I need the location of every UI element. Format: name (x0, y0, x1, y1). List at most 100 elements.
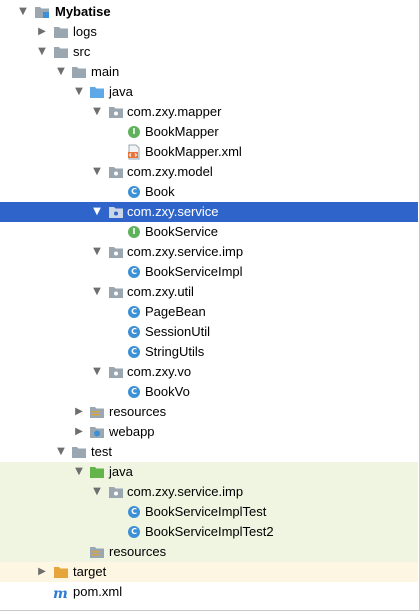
file-label: pom.xml (73, 584, 123, 599)
test-source-folder-icon (89, 464, 105, 480)
chevron-right-icon[interactable]: ▶ (72, 422, 86, 442)
chevron-down-icon[interactable]: ▼ (90, 202, 104, 222)
folder-label: java (109, 464, 133, 479)
class-icon: C (126, 344, 142, 360)
tree-row-main[interactable]: ▼ main (0, 62, 418, 82)
package-label: com.zxy.vo (127, 364, 192, 379)
folder-label: target (73, 564, 107, 579)
chevron-down-icon[interactable]: ▼ (90, 102, 104, 122)
tree-row-file[interactable]: C BookServiceImplTest2 (0, 522, 418, 542)
file-label: BookVo (145, 384, 190, 399)
test-class-icon: C (126, 504, 142, 520)
chevron-down-icon[interactable]: ▼ (35, 42, 49, 62)
tree-row-test[interactable]: ▼ test (0, 442, 418, 462)
class-icon: C (126, 304, 142, 320)
chevron-down-icon[interactable]: ▼ (72, 462, 86, 482)
tree-row-src[interactable]: ▼ src (0, 42, 418, 62)
module-folder-icon (34, 4, 50, 20)
tree-row-package-service-imp[interactable]: ▼ com.zxy.service.imp (0, 242, 418, 262)
tree-row-package-util[interactable]: ▼ com.zxy.util (0, 282, 418, 302)
tree-row-resources[interactable]: ▶ resources (0, 402, 418, 422)
file-label: BookServiceImpl (145, 264, 243, 279)
tree-row-package-mapper[interactable]: ▼ com.zxy.mapper (0, 102, 418, 122)
chevron-down-icon[interactable]: ▼ (90, 242, 104, 262)
resources-folder-icon (89, 404, 105, 420)
chevron-down-icon[interactable]: ▼ (16, 2, 30, 22)
tree-row-project[interactable]: ▼ Mybatise (0, 2, 418, 22)
tree-row-file[interactable]: C BookServiceImpl (0, 262, 418, 282)
folder-label: main (91, 64, 120, 79)
web-folder-icon (89, 424, 105, 440)
file-label: SessionUtil (145, 324, 211, 339)
package-label: com.zxy.service.imp (127, 244, 244, 259)
xml-file-icon (126, 144, 142, 160)
folder-icon (53, 24, 69, 40)
tree-row-package-vo[interactable]: ▼ com.zxy.vo (0, 362, 418, 382)
file-label: BookMapper.xml (145, 144, 242, 159)
package-icon (108, 244, 124, 260)
package-label: com.zxy.service.imp (127, 484, 244, 499)
tree-row-file[interactable]: C PageBean (0, 302, 418, 322)
chevron-down-icon[interactable]: ▼ (90, 282, 104, 302)
tree-row-file[interactable]: C StringUtils (0, 342, 418, 362)
folder-label: java (109, 84, 133, 99)
excluded-folder-icon (53, 564, 69, 580)
file-label: Book (145, 184, 175, 199)
tree-row-file[interactable]: C BookServiceImplTest (0, 502, 418, 522)
package-label: com.zxy.util (127, 284, 194, 299)
chevron-down-icon[interactable]: ▼ (54, 62, 68, 82)
test-resources-folder-icon (89, 544, 105, 560)
folder-label: test (91, 444, 112, 459)
tree-row-test-package[interactable]: ▼ com.zxy.service.imp (0, 482, 418, 502)
tree-row-test-resources[interactable]: resources (0, 542, 418, 562)
package-icon (108, 204, 124, 220)
interface-icon: I (126, 224, 142, 240)
chevron-down-icon[interactable]: ▼ (90, 162, 104, 182)
package-label: com.zxy.model (127, 164, 213, 179)
tree-row-package-model[interactable]: ▼ com.zxy.model (0, 162, 418, 182)
chevron-right-icon[interactable]: ▶ (35, 22, 49, 42)
package-icon (108, 284, 124, 300)
file-label: BookServiceImplTest2 (145, 524, 274, 539)
file-label: BookMapper (145, 124, 219, 139)
tree-row-file[interactable]: I BookMapper (0, 122, 418, 142)
chevron-right-icon[interactable]: ▶ (72, 402, 86, 422)
source-folder-icon (89, 84, 105, 100)
project-tree[interactable]: ▼ Mybatise ▶ logs ▼ src ▼ main ▼ java ▼ … (0, 0, 420, 611)
interface-icon: I (126, 124, 142, 140)
class-icon: C (126, 264, 142, 280)
folder-label: resources (109, 404, 167, 419)
tree-row-file[interactable]: C Book (0, 182, 418, 202)
file-label: BookService (145, 224, 218, 239)
package-icon (108, 484, 124, 500)
chevron-right-icon[interactable]: ▶ (35, 562, 49, 582)
file-label: BookServiceImplTest (145, 504, 267, 519)
chevron-down-icon[interactable]: ▼ (90, 482, 104, 502)
package-icon (108, 104, 124, 120)
tree-row-test-java[interactable]: ▼ java (0, 462, 418, 482)
tree-row-pom[interactable]: m pom.xml (0, 582, 418, 602)
tree-row-logs[interactable]: ▶ logs (0, 22, 418, 42)
chevron-down-icon[interactable]: ▼ (72, 82, 86, 102)
class-icon: C (126, 384, 142, 400)
folder-label: logs (73, 24, 97, 39)
folder-label: resources (109, 544, 167, 559)
tree-row-package-service[interactable]: ▼ com.zxy.service (0, 202, 418, 222)
tree-row-file[interactable]: BookMapper.xml (0, 142, 418, 162)
test-class-icon: C (126, 524, 142, 540)
folder-label: webapp (109, 424, 155, 439)
folder-icon (71, 64, 87, 80)
folder-icon (53, 44, 69, 60)
class-icon: C (126, 184, 142, 200)
package-label: com.zxy.mapper (127, 104, 222, 119)
chevron-down-icon[interactable]: ▼ (54, 442, 68, 462)
package-icon (108, 364, 124, 380)
chevron-down-icon[interactable]: ▼ (90, 362, 104, 382)
tree-row-main-java[interactable]: ▼ java (0, 82, 418, 102)
tree-row-target[interactable]: ▶ target (0, 562, 418, 582)
package-icon (108, 164, 124, 180)
tree-row-file[interactable]: C SessionUtil (0, 322, 418, 342)
tree-row-file[interactable]: C BookVo (0, 382, 418, 402)
tree-row-file[interactable]: I BookService (0, 222, 418, 242)
tree-row-webapp[interactable]: ▶ webapp (0, 422, 418, 442)
